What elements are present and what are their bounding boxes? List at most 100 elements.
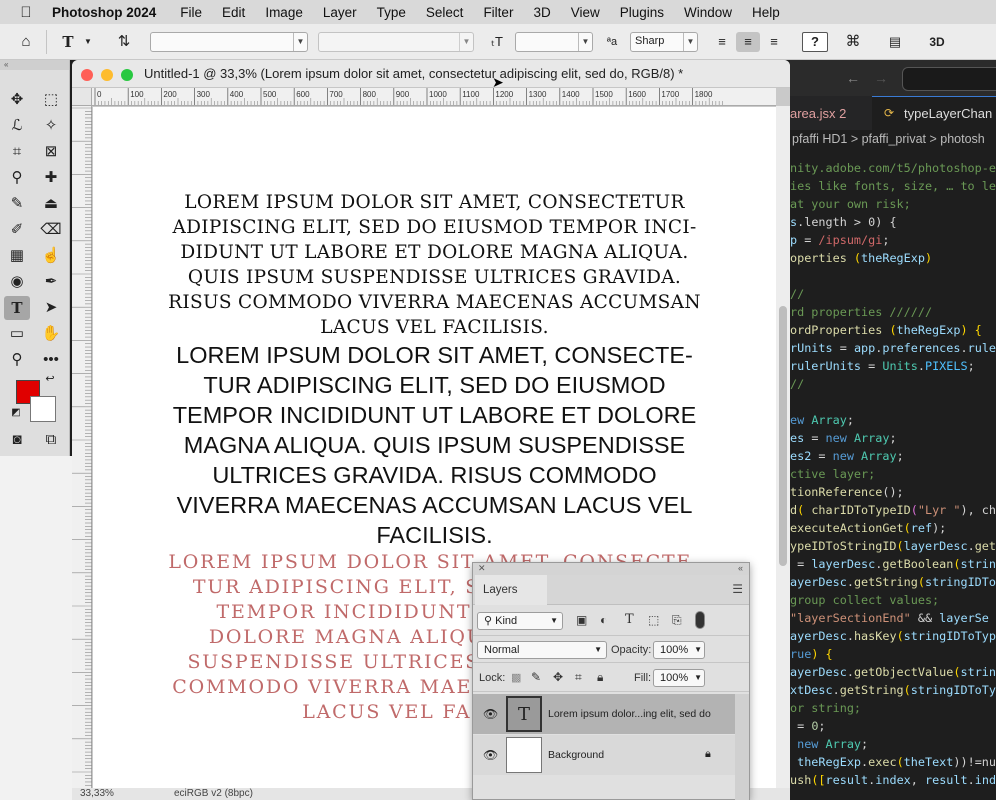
lock-all-icon[interactable]: 🔒︎	[597, 670, 603, 685]
3d-button[interactable]: 3D	[924, 32, 950, 52]
history-brush-icon[interactable]: ✐	[4, 218, 30, 242]
lock-transparent-icon[interactable]: ▩	[511, 671, 521, 684]
ruler-origin[interactable]	[72, 88, 92, 106]
brush-tool-icon[interactable]: ✎	[4, 192, 30, 216]
menu-3d[interactable]: 3D	[523, 5, 560, 20]
tab-layers[interactable]: Layers	[475, 575, 547, 605]
code-line[interactable]: p = /ipsum/gi;	[790, 231, 889, 249]
clone-stamp-icon[interactable]: ⏏	[38, 192, 64, 216]
menu-select[interactable]: Select	[416, 5, 474, 20]
lock-pixels-icon[interactable]: ✎	[531, 670, 541, 684]
code-line[interactable]: operties (theRegExp)	[790, 249, 932, 267]
fill-input[interactable]: 100% ▼	[653, 669, 705, 687]
code-line[interactable]: or string;	[790, 699, 861, 717]
close-panel-icon[interactable]: ✕	[478, 563, 486, 574]
code-line[interactable]: rulerUnits = Units.PIXELS;	[790, 357, 975, 375]
pen-tool-icon[interactable]: ✒	[38, 270, 64, 294]
code-line[interactable]: group collect values;	[790, 591, 939, 609]
character-panel-icon[interactable]: ▤	[884, 32, 906, 52]
breadcrumb[interactable]: pfaffi HD1 > pfaffi_privat > photosh	[790, 132, 996, 152]
tools-panel-header[interactable]: «	[0, 60, 69, 70]
code-line[interactable]: es = new Array;	[790, 429, 897, 447]
smudge-tool-icon[interactable]: ☝	[38, 244, 64, 268]
code-line[interactable]: executeActionGet(ref);	[790, 519, 946, 537]
code-line[interactable]: rue) {	[790, 645, 833, 663]
code-line[interactable]: "layerSectionEnd" && layerSe	[790, 609, 989, 627]
blend-mode-select[interactable]: Normal ▼	[477, 641, 607, 659]
screen-mode-icon[interactable]: ⧉	[38, 428, 64, 452]
code-line[interactable]: new Array;	[790, 735, 868, 753]
code-line[interactable]: ies like fonts, size, … to le	[790, 177, 996, 195]
code-line[interactable]: ush([result.index, result.ind	[790, 771, 996, 789]
font-family-select[interactable]: ▼	[150, 32, 308, 52]
menu-edit[interactable]: Edit	[212, 5, 255, 20]
code-line[interactable]: rd properties //////	[790, 303, 932, 321]
command-center-input[interactable]	[902, 67, 996, 91]
crop-tool-icon[interactable]: ⌗	[4, 140, 30, 164]
app-name[interactable]: Photoshop 2024	[52, 5, 170, 20]
kind-filter-select[interactable]: ⚲ Kind ▼	[477, 612, 563, 630]
eyedropper-icon[interactable]: ⚲	[4, 166, 30, 190]
visibility-eye-icon[interactable]: 👁︎	[483, 707, 498, 721]
layer-row-background[interactable]: 👁︎ Background 🔒︎	[473, 735, 735, 775]
code-line[interactable]: nity.adobe.com/t5/photoshop-e	[790, 159, 996, 177]
forward-arrow-icon[interactable]: →	[874, 70, 888, 86]
swap-colors-icon[interactable]: ↩	[40, 372, 60, 386]
menu-type[interactable]: Type	[367, 5, 416, 20]
code-line[interactable]: s.length > 0) {	[790, 213, 897, 231]
vertical-scrollbar[interactable]	[776, 106, 790, 800]
minimize-window-button[interactable]	[101, 69, 113, 81]
menu-file[interactable]: File	[170, 5, 212, 20]
code-line[interactable]: es2 = new Array;	[790, 447, 904, 465]
code-line[interactable]: ayerDesc.hasKey(stringIDToType	[790, 627, 996, 645]
code-line[interactable]: rUnits = app.preferences.rule	[790, 339, 996, 357]
layers-panel-topbar[interactable]: ✕ «	[473, 563, 749, 575]
path-selection-icon[interactable]: ➤	[38, 296, 64, 320]
close-window-button[interactable]	[81, 69, 93, 81]
code-line[interactable]: d( charIDToTypeID("Lyr "), ch	[790, 501, 996, 519]
tab-area-jsx[interactable]: area.jsx 2	[790, 106, 846, 121]
menu-plugins[interactable]: Plugins	[610, 5, 674, 20]
chevron-down-icon[interactable]: ▼	[82, 32, 94, 52]
lock-artboard-icon[interactable]: ⌗	[575, 670, 582, 685]
type-tool-icon[interactable]: T	[4, 296, 30, 320]
code-line[interactable]: theRegExp.exec(theText))!=nu	[790, 753, 996, 771]
code-line[interactable]: tionReference();	[790, 483, 904, 501]
type-filter-icon[interactable]: T	[625, 612, 634, 627]
marquee-tool-icon[interactable]: ⬚	[38, 88, 64, 112]
menu-view[interactable]: View	[561, 5, 610, 20]
more-tools-icon[interactable]: •••	[38, 348, 64, 372]
zoom-level[interactable]: 33,33%	[80, 788, 114, 799]
tab-typelayerchan[interactable]: ⟳ typeLayerChan	[872, 96, 996, 130]
dodge-tool-icon[interactable]: ◉	[4, 270, 30, 294]
text-orientation-icon[interactable]: ⇅	[112, 32, 136, 52]
scroll-thumb[interactable]	[779, 306, 787, 566]
lasso-tool-icon[interactable]: ℒ	[4, 114, 30, 138]
pixel-filter-icon[interactable]: ▣	[576, 613, 587, 627]
menu-image[interactable]: Image	[255, 5, 313, 20]
code-line[interactable]: ayerDesc.getObjectValue(strin	[790, 663, 996, 681]
eraser-tool-icon[interactable]: ⌫	[38, 218, 64, 242]
warp-text-icon[interactable]: ⌘	[842, 32, 864, 52]
lock-position-icon[interactable]: ✥	[553, 670, 563, 684]
code-line[interactable]: ypeIDToStringID(layerDesc.get	[790, 537, 996, 555]
gradient-tool-icon[interactable]: ▦	[4, 244, 30, 268]
move-tool-icon[interactable]: ✥	[4, 88, 30, 112]
text-color-swatch[interactable]: ?	[802, 32, 828, 52]
smart-object-filter-icon[interactable]: ⎘	[672, 613, 682, 628]
adjustment-filter-icon[interactable]: ◐	[600, 613, 607, 627]
hand-tool-icon[interactable]: ✋	[38, 322, 64, 346]
code-line[interactable]: //	[790, 285, 804, 303]
code-line[interactable]: at your own risk;	[790, 195, 911, 213]
menu-help[interactable]: Help	[742, 5, 790, 20]
code-line[interactable]: ew Array;	[790, 411, 854, 429]
zoom-window-button[interactable]	[121, 69, 133, 81]
antialias-select[interactable]: Sharp ▼	[630, 32, 698, 52]
default-colors-icon[interactable]: ◩	[8, 406, 24, 420]
align-left-icon[interactable]: ≡	[712, 32, 732, 52]
frame-tool-icon[interactable]: ⊠	[38, 140, 64, 164]
type-tool-preset-icon[interactable]: T	[56, 32, 80, 52]
background-color-swatch[interactable]	[30, 396, 56, 422]
menu-window[interactable]: Window	[674, 5, 742, 20]
code-line[interactable]: = layerDesc.getBoolean(strin	[790, 555, 996, 573]
